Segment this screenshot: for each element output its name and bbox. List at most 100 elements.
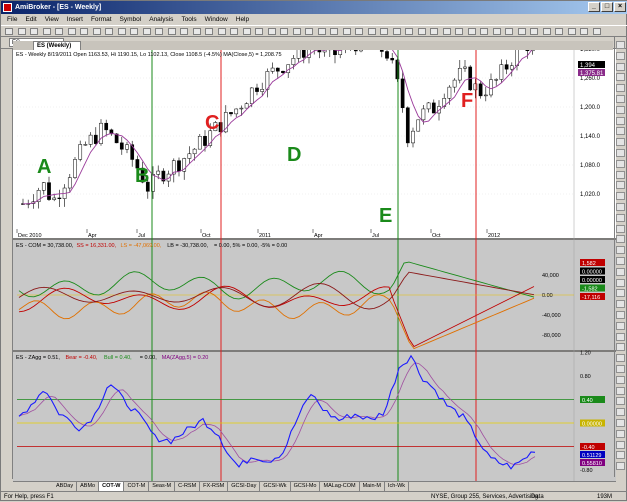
menu-tools[interactable]: Tools [177,14,200,25]
toolbar-tool-icon[interactable] [280,28,288,35]
toolbar-tool-icon[interactable] [517,28,526,35]
drawing-tool-icon[interactable] [616,386,625,395]
drawing-tool-icon[interactable] [616,51,625,60]
drawing-tool-icon[interactable] [616,440,625,449]
menu-help[interactable]: Help [232,14,253,25]
toolbar-tool-icon[interactable] [42,28,51,35]
drawing-tool-icon[interactable] [616,311,625,319]
toolbar-tool-icon[interactable] [67,28,76,35]
drawing-tool-icon[interactable] [616,116,625,125]
drawing-tool-icon[interactable] [616,278,625,287]
drawing-tool-icon[interactable] [616,267,625,276]
toolbar-tool-icon[interactable] [180,28,188,35]
drawing-tool-icon[interactable] [616,462,625,471]
drawing-tool-icon[interactable] [616,451,625,460]
menu-window[interactable]: Window [201,14,232,25]
drawing-tool-icon[interactable] [616,257,625,265]
toolbar-tool-icon[interactable] [17,28,26,35]
toolbar-tool-icon[interactable] [567,28,576,35]
toolbar-tool-icon[interactable] [305,28,313,35]
toolbar-tool-icon[interactable] [430,28,438,35]
toolbar-tool-icon[interactable] [555,28,563,35]
menu-format[interactable]: Format [87,14,116,25]
toolbar-tool-icon[interactable] [105,28,113,35]
drawing-tool-icon[interactable] [616,170,625,179]
title-bar[interactable]: AmiBroker - [ES - Weekly] _ □ × [1,1,627,14]
toolbar-tool-icon[interactable] [405,28,413,35]
drawing-tool-icon[interactable] [616,224,625,233]
sheet-tab-gcsi-mo[interactable]: GCSI-Mo [291,482,321,491]
toolbar-tool-icon[interactable] [505,28,513,35]
drawing-tool-icon[interactable] [616,203,625,211]
toolbar-tool-icon[interactable] [330,28,338,35]
drawing-tool-icon[interactable] [616,419,625,427]
drawing-tool-icon[interactable] [616,235,625,244]
drawing-tool-icon[interactable] [616,41,625,49]
drawing-tool-icon[interactable] [616,181,625,190]
drawing-tool-icon[interactable] [616,246,625,255]
toolbar-tool-icon[interactable] [455,28,463,35]
menu-view[interactable]: View [41,14,63,25]
toolbar-tool-icon[interactable] [592,28,601,35]
toolbar-tool-icon[interactable] [30,28,38,35]
toolbar-tool-icon[interactable] [142,28,151,35]
drawing-tool-icon[interactable] [616,289,625,298]
menu-file[interactable]: File [3,14,21,25]
menu-symbol[interactable]: Symbol [116,14,146,25]
toolbar-tool-icon[interactable] [380,28,388,35]
sheet-tab-gcsi-day[interactable]: GCSI-Day [228,482,261,491]
toolbar-tool-icon[interactable] [130,28,138,35]
toolbar-tool-icon[interactable] [5,28,13,35]
toolbar-tool-icon[interactable] [317,28,326,35]
toolbar-tool-icon[interactable] [80,28,88,35]
drawing-tool-icon[interactable] [616,429,625,438]
sheet-tab-cot-m[interactable]: COT-M [124,482,150,491]
drawing-tool-icon[interactable] [616,192,625,201]
toolbar-tool-icon[interactable] [580,28,588,35]
sheet-tab-c-rsm[interactable]: C-RSM [175,482,201,491]
drawing-tool-icon[interactable] [616,321,625,330]
toolbar-tool-icon[interactable] [55,28,63,35]
toolbar-tool-icon[interactable] [367,28,376,35]
document-tab-es-weekly[interactable]: ES (Weekly) [33,41,81,50]
toolbar-tool-icon[interactable] [530,28,538,35]
drawing-tool-icon[interactable] [616,365,625,373]
drawing-tool-icon[interactable] [616,138,625,147]
sheet-tab-abmo[interactable]: ABMo [77,482,100,491]
sheet-tab-seas-m[interactable]: Seas-M [149,482,176,491]
sheet-tab-main-m[interactable]: Main-M [360,482,385,491]
menu-insert[interactable]: Insert [63,14,87,25]
toolbar-tool-icon[interactable] [255,28,263,35]
drawing-tool-icon[interactable] [616,375,625,384]
toolbar-tool-icon[interactable] [542,28,551,35]
toolbar-tool-icon[interactable] [192,28,201,35]
toolbar-tool-icon[interactable] [442,28,451,35]
toolbar-tool-icon[interactable] [155,28,163,35]
drawing-tool-icon[interactable] [616,127,625,136]
menu-edit[interactable]: Edit [21,14,40,25]
chart-area[interactable]: 1,320.01,260.01,200.01,140.01,080.01,020… [13,49,616,481]
sheet-tab-abday[interactable]: ABDay [53,482,78,491]
drawing-tool-icon[interactable] [616,300,625,309]
drawing-tool-icon[interactable] [616,105,625,114]
drawing-tool-icon[interactable] [616,343,625,352]
drawing-tool-icon[interactable] [616,84,625,93]
toolbar-tool-icon[interactable] [92,28,101,35]
toolbar-tool-icon[interactable] [417,28,426,35]
toolbar-tool-icon[interactable] [342,28,351,35]
toolbar-tool-icon[interactable] [392,28,401,35]
drawing-tool-icon[interactable] [616,213,625,222]
menu-analysis[interactable]: Analysis [145,14,177,25]
sheet-tab-malag-com[interactable]: MALag-COM [320,482,360,491]
toolbar-tool-icon[interactable] [242,28,251,35]
minimize-button[interactable]: _ [588,2,600,12]
drawing-tool-icon[interactable] [616,149,625,157]
sheet-tab-ich-wk[interactable]: Ich-Wk [385,482,410,491]
toolbar-tool-icon[interactable] [217,28,226,35]
toolbar-tool-icon[interactable] [167,28,176,35]
maximize-button[interactable]: □ [601,2,613,12]
toolbar-tool-icon[interactable] [117,28,126,35]
drawing-tool-icon[interactable] [616,95,625,103]
drawing-tool-icon[interactable] [616,397,625,406]
toolbar-tool-icon[interactable] [292,28,301,35]
